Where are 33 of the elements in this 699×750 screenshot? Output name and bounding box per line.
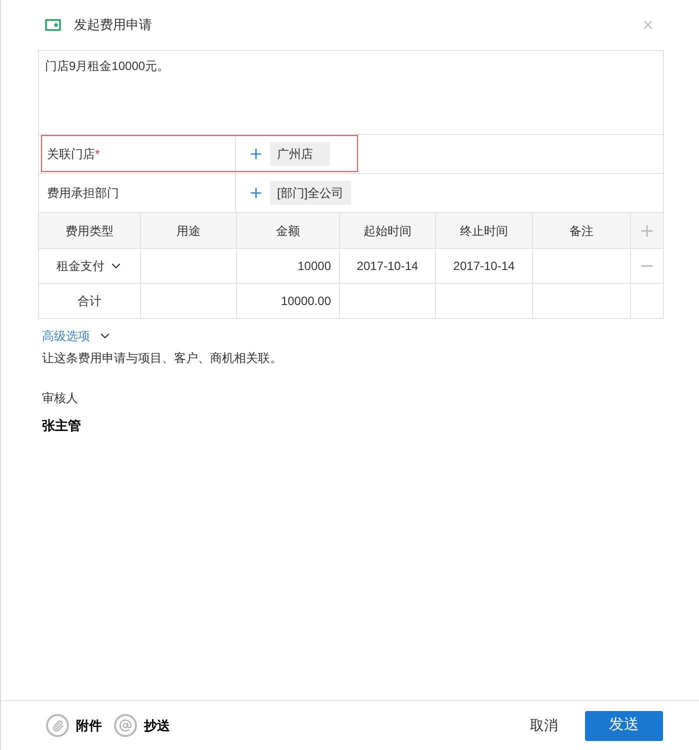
- column-header: 备注: [533, 213, 631, 248]
- table-cell-text: 合计: [78, 293, 102, 310]
- cc-button[interactable]: 抄送: [114, 714, 170, 737]
- add-icon[interactable]: [248, 185, 264, 201]
- advanced-options-toggle[interactable]: 高级选项: [42, 327, 112, 345]
- value-tag[interactable]: [部门]全公司: [270, 181, 351, 205]
- table-cell-text: 2017-10-14: [453, 258, 515, 275]
- required-mark: *: [95, 146, 100, 163]
- field-label: 关联门店: [47, 146, 95, 163]
- field-label: 费用承担部门: [47, 185, 119, 202]
- column-header: 金额: [237, 213, 340, 248]
- cancel-button[interactable]: 取消: [530, 715, 558, 736]
- at-sign-icon: [119, 719, 132, 732]
- advanced-hint: 让这条费用申请与项目、客户、商机相关联。: [42, 350, 283, 367]
- approver-name: 张主管: [42, 417, 82, 435]
- table-cell-text: 10000.00: [280, 293, 331, 310]
- column-header: 费用类型: [39, 213, 141, 248]
- column-header: 起始时间: [340, 213, 436, 248]
- add-icon[interactable]: [248, 146, 264, 162]
- send-button[interactable]: 发送: [585, 710, 663, 740]
- table-cell-text: 2017-10-14: [356, 258, 418, 275]
- type-select[interactable]: 租金支付: [56, 257, 122, 275]
- column-header: 用途: [141, 213, 237, 248]
- dialog-title: 发起费用申请: [74, 16, 152, 34]
- paperclip-icon: [52, 720, 64, 732]
- table-cell-text: 10000: [298, 258, 331, 275]
- column-header: 终止时间: [436, 213, 533, 248]
- value-tag[interactable]: 广州店: [270, 142, 330, 166]
- close-icon[interactable]: [641, 18, 655, 32]
- attach-button[interactable]: 附件: [46, 714, 102, 737]
- approver-label: 审核人: [42, 390, 79, 407]
- description-field[interactable]: 门店9月租金10000元。: [38, 50, 664, 135]
- money-card-icon: [45, 19, 61, 31]
